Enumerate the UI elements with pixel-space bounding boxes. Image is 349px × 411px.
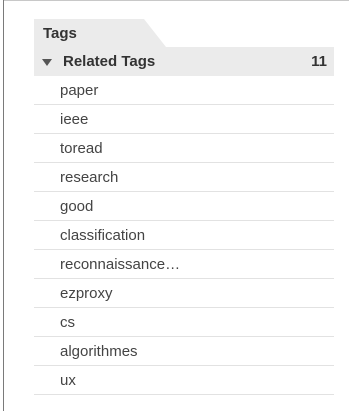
tag-label[interactable]: good xyxy=(60,192,334,220)
related-tags-header[interactable]: Related Tags 11 xyxy=(34,47,334,76)
tag-item[interactable]: ezproxy xyxy=(34,279,334,308)
tag-label[interactable]: toread xyxy=(60,134,334,162)
related-tags-label: Related Tags xyxy=(63,53,156,70)
frame-top-border xyxy=(3,0,349,1)
related-tags-list: paper ieee toread research good classifi… xyxy=(34,76,334,395)
tag-item[interactable]: toread xyxy=(34,134,334,163)
tag-label[interactable]: ezproxy xyxy=(60,279,334,307)
tag-label[interactable]: paper xyxy=(60,76,334,104)
tag-label[interactable]: reconnaissance… xyxy=(60,250,334,278)
tags-panel: Tags Related Tags 11 paper ieee toread r… xyxy=(34,19,334,395)
tag-item[interactable]: good xyxy=(34,192,334,221)
tag-label[interactable]: ux xyxy=(60,366,334,394)
tag-item[interactable]: cs xyxy=(34,308,334,337)
tag-item[interactable]: research xyxy=(34,163,334,192)
tag-item[interactable]: classification xyxy=(34,221,334,250)
tag-item[interactable]: paper xyxy=(34,76,334,105)
tag-label[interactable]: algorithmes xyxy=(60,337,334,365)
tags-tab: Tags xyxy=(34,19,166,47)
tag-label[interactable]: cs xyxy=(60,308,334,336)
tags-tab-label: Tags xyxy=(43,25,77,42)
tag-item[interactable]: ux xyxy=(34,366,334,395)
tag-item[interactable]: ieee xyxy=(34,105,334,134)
triangle-down-icon[interactable] xyxy=(42,58,52,66)
related-tags-count: 11 xyxy=(311,53,327,70)
tag-label[interactable]: classification xyxy=(60,221,334,249)
tag-item[interactable]: reconnaissance… xyxy=(34,250,334,279)
tag-label[interactable]: ieee xyxy=(60,105,334,133)
frame-left-border xyxy=(3,0,4,411)
tag-item[interactable]: algorithmes xyxy=(34,337,334,366)
tag-label[interactable]: research xyxy=(60,163,334,191)
